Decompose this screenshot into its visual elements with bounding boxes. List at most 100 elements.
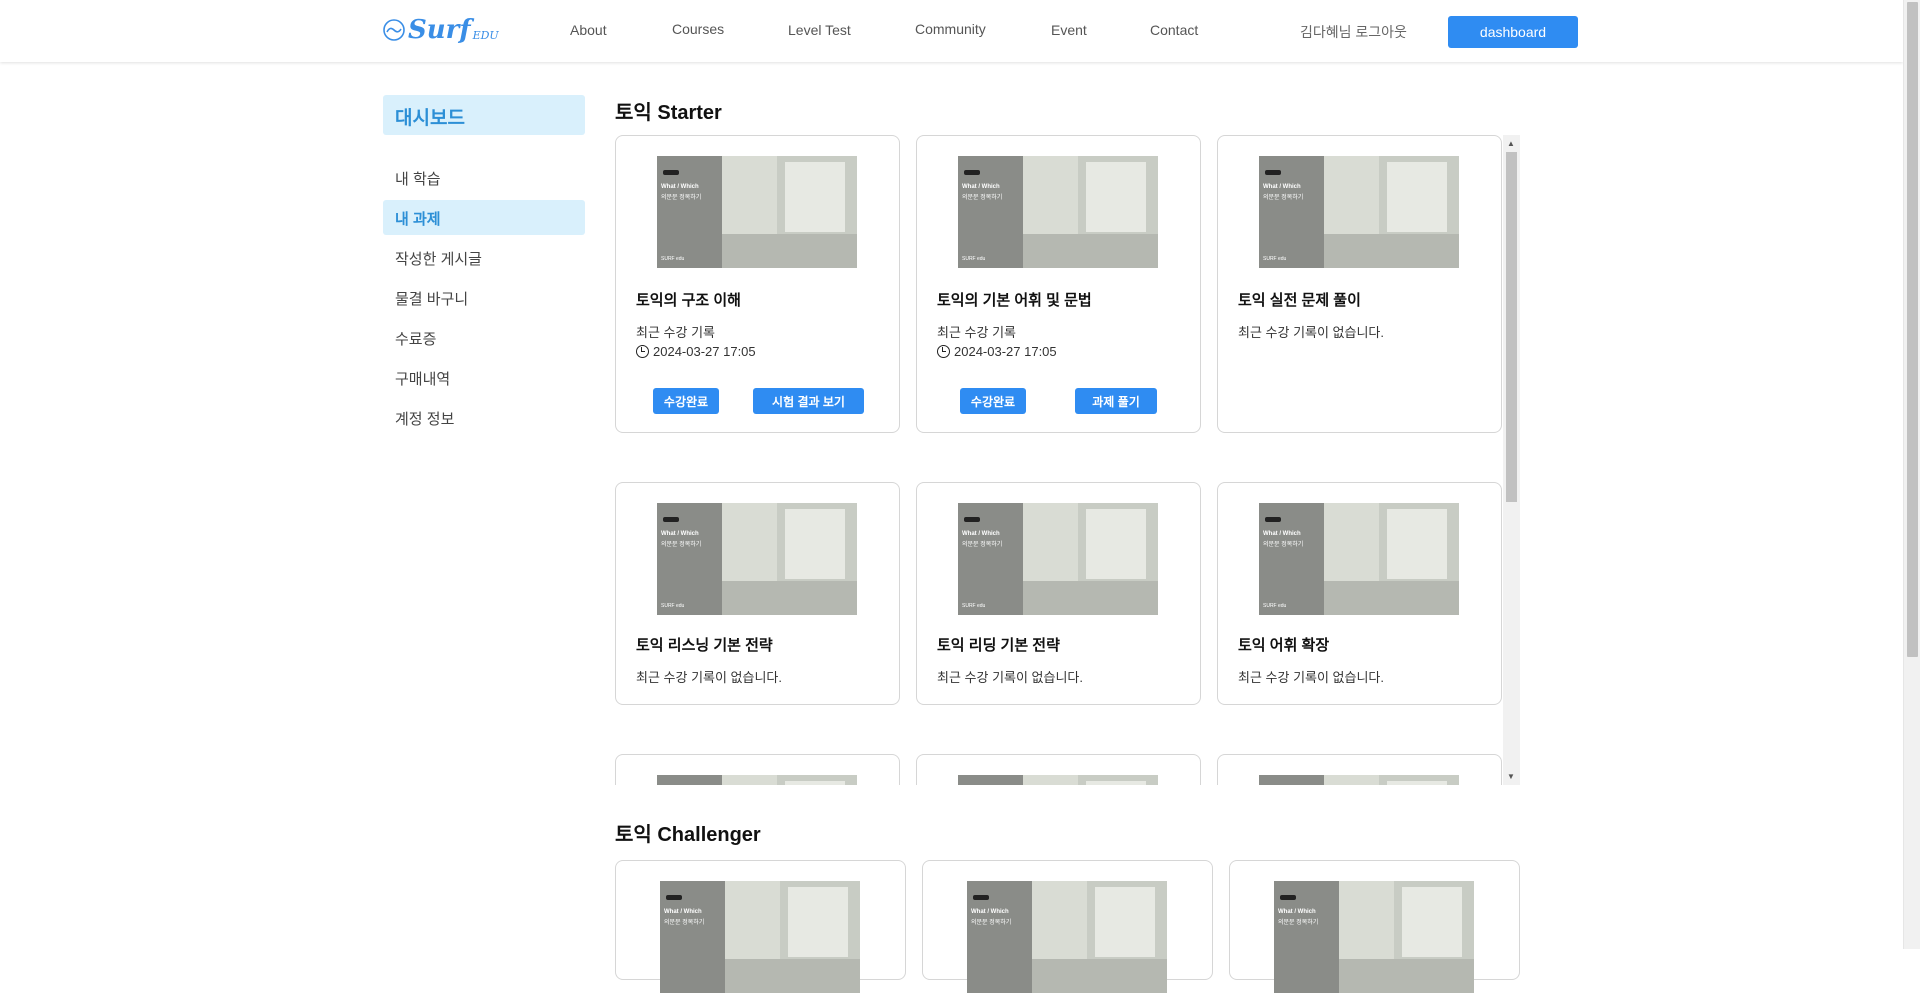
course-thumbnail: What / Which 의문문 정복하기 <box>1274 881 1474 993</box>
course-thumbnail <box>958 775 1158 785</box>
course-thumbnail: What / Which 의문문 정복하기 <box>967 881 1167 993</box>
thumbnail-line2: 의문문 정복하기 <box>962 195 1003 201</box>
course-card[interactable]: What / Which 의문문 정복하기 SURF edu 토익 어휘 확장 … <box>1217 482 1502 705</box>
thumbnail-line2: 의문문 정복하기 <box>1263 542 1304 548</box>
thumbnail-line1: What / Which <box>661 531 699 537</box>
recent-record-date: 2024-03-27 17:05 <box>937 344 1057 359</box>
sidebar-item-certificates[interactable]: 수료증 <box>383 320 585 355</box>
scrollbar-thumb[interactable] <box>1506 152 1517 502</box>
nav-courses[interactable]: Courses <box>672 21 724 37</box>
sidebar-item-my-assignments[interactable]: 내 과제 <box>383 200 585 235</box>
thumbnail-line1: What / Which <box>962 531 1000 537</box>
date-text: 2024-03-27 17:05 <box>954 344 1057 359</box>
dashboard-button[interactable]: dashboard <box>1448 16 1578 48</box>
no-record-text: 최근 수강 기록이 없습니다. <box>636 670 783 685</box>
thumbnail-line2: 의문문 정복하기 <box>661 195 702 201</box>
page-scrollbar[interactable] <box>1903 0 1920 949</box>
no-record-text: 최근 수강 기록이 없습니다. <box>1238 670 1385 685</box>
sidebar-item-my-posts[interactable]: 작성한 게시글 <box>383 240 585 275</box>
thumbnail-line1: What / Which <box>1278 909 1316 915</box>
thumbnail-line2: 의문문 정복하기 <box>962 542 1003 548</box>
course-card[interactable]: What / Which 의문문 정복하기 SURF edu 토익 리딩 기본 … <box>916 482 1201 705</box>
course-list-scrollbar[interactable]: ▲ ▼ <box>1503 135 1520 785</box>
solve-assignment-button[interactable]: 과제 풀기 <box>1075 388 1157 414</box>
thumbnail-footer: SURF edu <box>1263 256 1287 262</box>
course-title: 토익 어휘 확장 <box>1238 637 1330 654</box>
course-thumbnail: What / Which 의문문 정복하기 SURF edu <box>1259 156 1459 268</box>
course-card[interactable] <box>916 754 1201 785</box>
sidebar-item-my-learning[interactable]: 내 학습 <box>383 160 585 195</box>
logo-text: Surf <box>408 15 471 45</box>
course-thumbnail: What / Which 의문문 정복하기 <box>660 881 860 993</box>
thumbnail-line1: What / Which <box>661 184 699 190</box>
course-title: 토익 리딩 기본 전략 <box>937 637 1060 654</box>
no-record-text: 최근 수강 기록이 없습니다. <box>937 670 1084 685</box>
sidebar-title: 대시보드 <box>383 95 585 135</box>
course-card[interactable]: What / Which 의문문 정복하기 <box>615 860 906 993</box>
thumbnail-line2: 의문문 정복하기 <box>1278 920 1319 926</box>
course-thumbnail <box>1259 775 1459 785</box>
sidebar-item-wave-basket[interactable]: 물결 바구니 <box>383 280 585 315</box>
thumbnail-line2: 의문문 정복하기 <box>971 920 1012 926</box>
thumbnail-footer: SURF edu <box>661 256 685 262</box>
thumbnail-line1: What / Which <box>971 909 1009 915</box>
date-text: 2024-03-27 17:05 <box>653 344 756 359</box>
completed-button[interactable]: 수강완료 <box>960 388 1026 414</box>
section-title-starter: 토익 Starter <box>615 102 722 124</box>
thumbnail-footer: SURF edu <box>1263 603 1287 609</box>
course-card[interactable]: What / Which 의문문 정복하기 SURF edu 토익 실전 문제 … <box>1217 135 1502 433</box>
scroll-up-arrow-icon[interactable]: ▲ <box>1507 139 1515 148</box>
course-card[interactable] <box>615 754 900 785</box>
thumbnail-line1: What / Which <box>1263 184 1301 190</box>
nav-about[interactable]: About <box>570 22 607 38</box>
sidebar-item-purchases[interactable]: 구매내역 <box>383 360 585 395</box>
top-header: Surf EDU About Courses Level Test Commun… <box>0 0 1903 62</box>
course-card[interactable] <box>1217 754 1502 785</box>
course-card[interactable]: What / Which 의문문 정복하기 SURF edu 토익의 구조 이해… <box>615 135 900 433</box>
course-thumbnail: What / Which 의문문 정복하기 SURF edu <box>958 156 1158 268</box>
course-card[interactable]: What / Which 의문문 정복하기 SURF edu 토익 리스닝 기본… <box>615 482 900 705</box>
nav-level-test[interactable]: Level Test <box>788 22 851 38</box>
scroll-down-arrow-icon[interactable]: ▼ <box>1507 772 1515 781</box>
course-thumbnail: What / Which 의문문 정복하기 SURF edu <box>1259 503 1459 615</box>
thumbnail-footer: SURF edu <box>962 603 986 609</box>
thumbnail-line2: 의문문 정복하기 <box>1263 195 1304 201</box>
thumbnail-line1: What / Which <box>962 184 1000 190</box>
course-title: 토익 리스닝 기본 전략 <box>636 637 773 654</box>
course-title: 토익 실전 문제 풀이 <box>1238 292 1361 309</box>
thumbnail-line2: 의문문 정복하기 <box>661 542 702 548</box>
nav-contact[interactable]: Contact <box>1150 22 1198 38</box>
nav-community[interactable]: Community <box>915 21 986 37</box>
starter-course-list[interactable]: What / Which 의문문 정복하기 SURF edu 토익의 구조 이해… <box>615 135 1520 785</box>
thumbnail-line2: 의문문 정복하기 <box>664 920 705 926</box>
logo-sub: EDU <box>472 28 499 42</box>
course-title: 토익의 기본 어휘 및 문법 <box>937 292 1092 309</box>
sidebar: 대시보드 내 학습 내 과제 작성한 게시글 물결 바구니 수료증 구매내역 계… <box>383 95 585 435</box>
thumbnail-footer: SURF edu <box>962 256 986 262</box>
no-record-text: 최근 수강 기록이 없습니다. <box>1238 325 1385 340</box>
recent-record-date: 2024-03-27 17:05 <box>636 344 756 359</box>
course-thumbnail: What / Which 의문문 정복하기 SURF edu <box>958 503 1158 615</box>
course-thumbnail: What / Which 의문문 정복하기 SURF edu <box>657 156 857 268</box>
thumbnail-line1: What / Which <box>664 909 702 915</box>
course-card[interactable]: What / Which 의문문 정복하기 <box>1229 860 1520 993</box>
clock-icon <box>636 345 649 358</box>
logout-link[interactable]: 김다혜님 로그아웃 <box>1300 22 1407 42</box>
course-title: 토익의 구조 이해 <box>636 292 741 309</box>
sidebar-item-account[interactable]: 계정 정보 <box>383 400 585 435</box>
wave-logo-icon <box>383 19 405 41</box>
course-card[interactable]: What / Which 의문문 정복하기 <box>922 860 1213 993</box>
nav-event[interactable]: Event <box>1051 22 1087 38</box>
course-card[interactable]: What / Which 의문문 정복하기 SURF edu 토익의 기본 어휘… <box>916 135 1201 433</box>
course-thumbnail <box>657 775 857 785</box>
thumbnail-line1: What / Which <box>1263 531 1301 537</box>
clock-icon <box>937 345 950 358</box>
view-test-results-button[interactable]: 시험 결과 보기 <box>753 388 864 414</box>
completed-button[interactable]: 수강완료 <box>653 388 719 414</box>
section-title-challenger: 토익 Challenger <box>615 824 761 846</box>
course-thumbnail: What / Which 의문문 정복하기 SURF edu <box>657 503 857 615</box>
recent-record-label: 최근 수강 기록 <box>636 325 715 340</box>
recent-record-label: 최근 수강 기록 <box>937 325 1016 340</box>
page-scrollbar-thumb[interactable] <box>1907 2 1918 657</box>
surf-edu-logo[interactable]: Surf EDU <box>382 14 499 46</box>
